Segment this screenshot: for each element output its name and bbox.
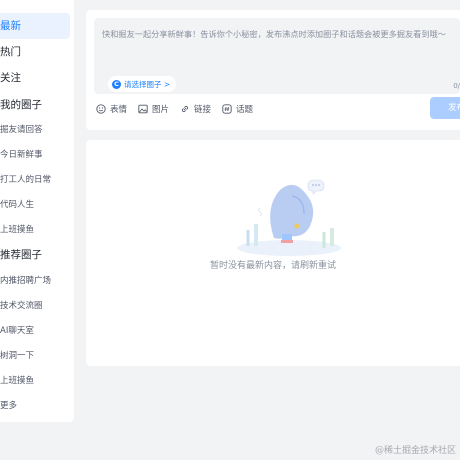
topic-icon — [222, 104, 232, 114]
sidebar-nav: 最新 热门 关注 我的圈子 掘友请回答 今日新鲜事 打工人的日常 代码人生 上班… — [0, 0, 74, 422]
sidebar-item-circle[interactable]: 今日新鲜事 — [0, 142, 70, 168]
sidebar-item-latest[interactable]: 最新 — [0, 13, 70, 39]
emoji-label: 表情 — [110, 105, 128, 115]
publish-button[interactable]: 发布 — [430, 97, 460, 119]
feed-panel: 暂时没有最新内容，请刷新重试 — [86, 140, 460, 366]
image-button[interactable]: 图片 — [138, 102, 169, 116]
sidebar-item-circle[interactable]: 代码人生 — [0, 192, 70, 218]
sidebar-item-circle[interactable]: 上班摸鱼 — [0, 368, 70, 394]
sidebar-item-circle[interactable]: 技术交流圈 — [0, 293, 70, 319]
sidebar-section-title: 推荐圈子 — [0, 249, 42, 261]
sidebar-item-circle[interactable]: 树洞一下 — [0, 343, 70, 369]
image-icon — [138, 104, 148, 114]
sidebar-item-label: 上班摸鱼 — [0, 225, 35, 235]
sidebar-section-recommended-circles: 推荐圈子 — [0, 242, 70, 268]
post-textarea[interactable]: 快和掘友一起分享新鲜事！告诉你个小秘密，发布沸点时添加圈子和话题会被更多掘友看到… — [94, 18, 460, 94]
sidebar-item-label: AI聊天室 — [0, 326, 34, 336]
sidebar-item-circle[interactable]: 上班摸鱼 — [0, 217, 70, 243]
select-circle-button[interactable]: C 请选择圈子 > — [108, 76, 177, 92]
watermark: @稀土掘金技术社区 — [374, 446, 456, 456]
char-counter: 0/ — [453, 82, 460, 90]
topic-button[interactable]: 话题 — [222, 102, 253, 116]
sidebar-item-label: 内推招聘广场 — [0, 276, 52, 286]
sidebar-item-label: 技术交流圈 — [0, 301, 43, 311]
select-circle-label: 请选择圈子 > — [124, 79, 171, 89]
link-icon — [181, 105, 189, 113]
emoji-icon — [96, 104, 106, 114]
sidebar-item-label: 树洞一下 — [0, 351, 35, 361]
sidebar-item-label: 更多 — [0, 401, 18, 411]
sidebar-item-label: 关注 — [0, 72, 21, 84]
emoji-button[interactable]: 表情 — [96, 102, 127, 116]
link-label: 链接 — [194, 105, 212, 115]
sidebar-section-my-circles: 我的圈子 — [0, 92, 70, 118]
post-composer: 快和掘友一起分享新鲜事！告诉你个小秘密，发布沸点时添加圈子和话题会被更多掘友看到… — [86, 10, 460, 130]
sidebar-item-label: 热门 — [0, 46, 21, 58]
link-button[interactable]: 链接 — [180, 102, 211, 116]
sidebar-item-circle[interactable]: 打工人的日常 — [0, 167, 70, 193]
sidebar-item-circle[interactable]: AI聊天室 — [0, 318, 70, 344]
image-label: 图片 — [152, 105, 170, 115]
sidebar-item-label: 代码人生 — [0, 200, 35, 210]
sidebar-section-title: 我的圈子 — [0, 99, 42, 111]
publish-label: 发布 — [448, 103, 460, 113]
sidebar-item-circle[interactable]: 内推招聘广场 — [0, 268, 70, 294]
sidebar-item-following[interactable]: 关注 — [0, 65, 70, 91]
sidebar-item-more[interactable]: 更多 — [0, 393, 70, 419]
circle-icon: C — [112, 79, 121, 89]
sidebar-item-hot[interactable]: 热门 — [0, 39, 70, 65]
sidebar-item-label: 掘友请回答 — [0, 125, 43, 135]
empty-state-illustration — [237, 179, 341, 256]
post-placeholder: 快和掘友一起分享新鲜事！告诉你个小秘密，发布沸点时添加圈子和话题会被更多掘友看到… — [102, 29, 446, 39]
sidebar-item-label: 上班摸鱼 — [0, 376, 35, 386]
sidebar-item-circle[interactable]: 掘友请回答 — [0, 117, 70, 143]
sidebar-item-label: 最新 — [0, 20, 21, 32]
topic-label: 话题 — [236, 105, 254, 115]
sidebar-item-label: 今日新鲜事 — [0, 150, 43, 160]
empty-state-text: 暂时没有最新内容，请刷新重试 — [209, 261, 336, 271]
sidebar-item-label: 打工人的日常 — [0, 175, 52, 185]
